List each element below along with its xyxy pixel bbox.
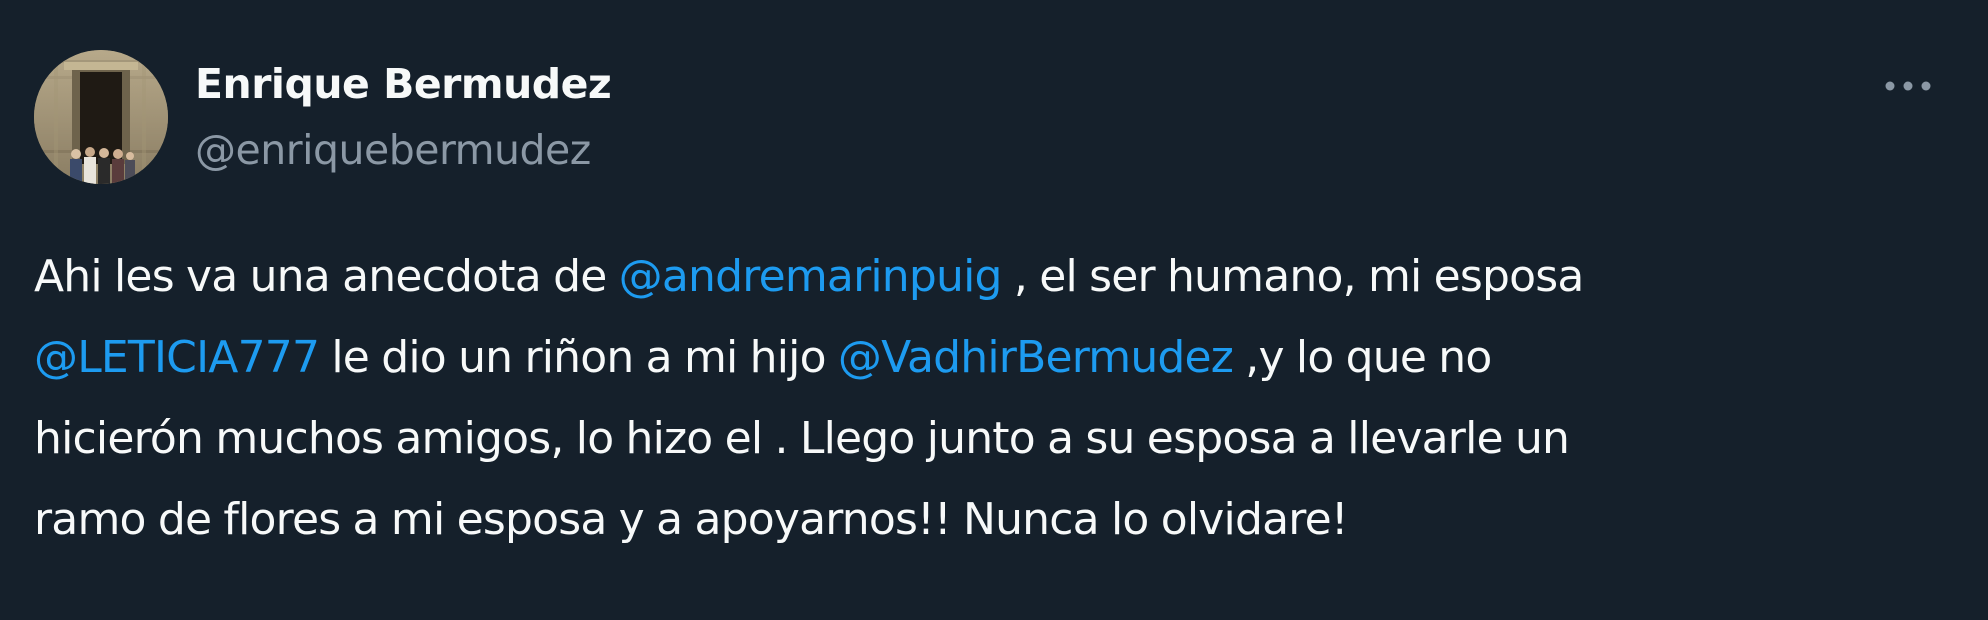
display-name[interactable]: Enrique Bermudez [195, 58, 612, 110]
ellipsis-icon [1885, 81, 1931, 91]
mention-link[interactable]: @VadhirBermudez [838, 332, 1234, 383]
text-segment: Ahi les va una anecdota de [34, 251, 619, 302]
tweet-text-line: ramo de flores a mi esposa y a apoyarnos… [34, 479, 1964, 560]
tweet-text-line: @LETICIA777 le dio un riñon a mi hijo @V… [34, 317, 1964, 398]
text-segment: ramo de flores a mi esposa y a apoyarnos… [34, 494, 1348, 545]
tweet-text-line: hicierón muchos amigos, lo hizo el . Lle… [34, 398, 1964, 479]
text-segment: ,y lo que no [1233, 332, 1492, 383]
mention-link[interactable]: @LETICIA777 [34, 332, 320, 383]
tweet-text-line: Ahi les va una anecdota de @andremarinpu… [34, 236, 1964, 317]
tweet-text: Ahi les va una anecdota de @andremarinpu… [34, 236, 1964, 560]
more-options-button[interactable] [1880, 66, 1936, 106]
profile-photo-icon [34, 50, 168, 184]
tweet: Enrique Bermudez @enriquebermudez Ahi le… [0, 0, 1988, 620]
text-segment: hicierón muchos amigos, lo hizo el . Lle… [34, 413, 1570, 464]
text-segment: le dio un riñon a mi hijo [319, 332, 838, 383]
text-segment: , el ser humano, mi esposa [1001, 251, 1585, 302]
user-handle[interactable]: @enriquebermudez [195, 124, 591, 176]
mention-link[interactable]: @andremarinpuig [619, 251, 1003, 302]
avatar[interactable] [34, 50, 168, 184]
